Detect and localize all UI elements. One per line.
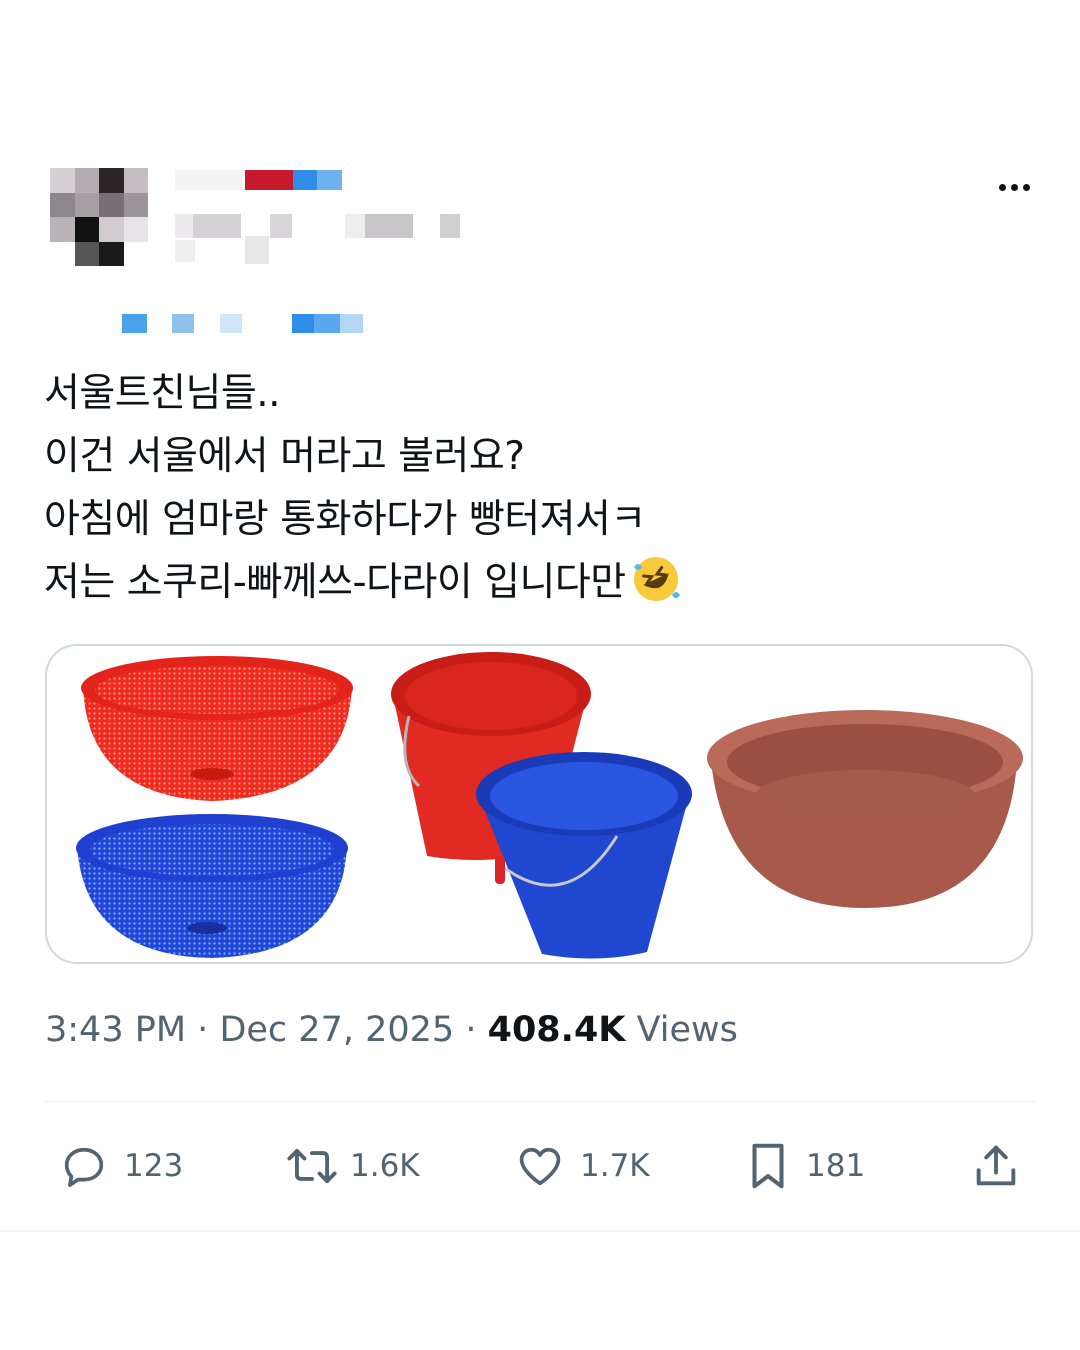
avatar[interactable]	[50, 168, 148, 266]
meta-separator: ·	[197, 1010, 209, 1050]
divider	[45, 1101, 1035, 1102]
bottom-divider	[0, 1230, 1080, 1232]
bookmark-count: 181	[806, 1148, 866, 1184]
reply-icon	[64, 1147, 104, 1187]
heart-icon	[519, 1147, 561, 1186]
blue-bucket-icon	[476, 752, 692, 959]
repost-count: 1.6K	[350, 1148, 420, 1184]
reply-count: 123	[124, 1148, 184, 1184]
like-button[interactable]: 1.7K	[514, 1138, 650, 1194]
tweet-media[interactable]	[45, 644, 1033, 964]
tweet-line: 이건 서울에서 머라고 불러요?	[44, 434, 525, 479]
like-count: 1.7K	[580, 1148, 650, 1184]
blue-colander-icon	[76, 814, 348, 958]
bookmark-icon	[752, 1143, 784, 1189]
tweet-meta: 3:43 PM · Dec 27, 2025 · 408.4K Views	[45, 1010, 738, 1050]
media-image	[76, 652, 1023, 959]
share-icon	[976, 1145, 1016, 1186]
views-count: 408.4K	[487, 1010, 626, 1050]
tweet-line: 서울트친님들..	[44, 371, 281, 416]
bookmark-button[interactable]: 181	[744, 1138, 865, 1194]
views-label: Views	[636, 1010, 738, 1050]
more-dot-icon	[1022, 183, 1030, 191]
tweet-time[interactable]: 3:43 PM	[45, 1010, 186, 1050]
tweet-text: 서울트친님들.. 이건 서울에서 머라고 불러요? 아침에 엄마랑 통화하다가 …	[44, 362, 1034, 614]
more-options-button[interactable]	[990, 172, 1038, 202]
more-dot-icon	[1010, 183, 1018, 191]
reply-button[interactable]: 123	[58, 1138, 183, 1194]
repost-icon	[287, 1148, 337, 1184]
meta-separator: ·	[465, 1010, 477, 1050]
tweet-date[interactable]: Dec 27, 2025	[219, 1010, 454, 1050]
rolling-laughing-emoji-icon	[633, 557, 680, 601]
repost-button[interactable]: 1.6K	[284, 1138, 420, 1194]
share-button[interactable]	[970, 1138, 1022, 1194]
brown-basin-icon	[707, 710, 1023, 908]
red-colander-icon	[81, 656, 353, 801]
tweet-line: 저는 소쿠리-빠께쓰-다라이 입니다만	[44, 560, 626, 605]
more-dot-icon	[998, 183, 1006, 191]
tweet-line: 아침에 엄마랑 통화하다가 빵터져서ㅋ	[44, 497, 646, 542]
